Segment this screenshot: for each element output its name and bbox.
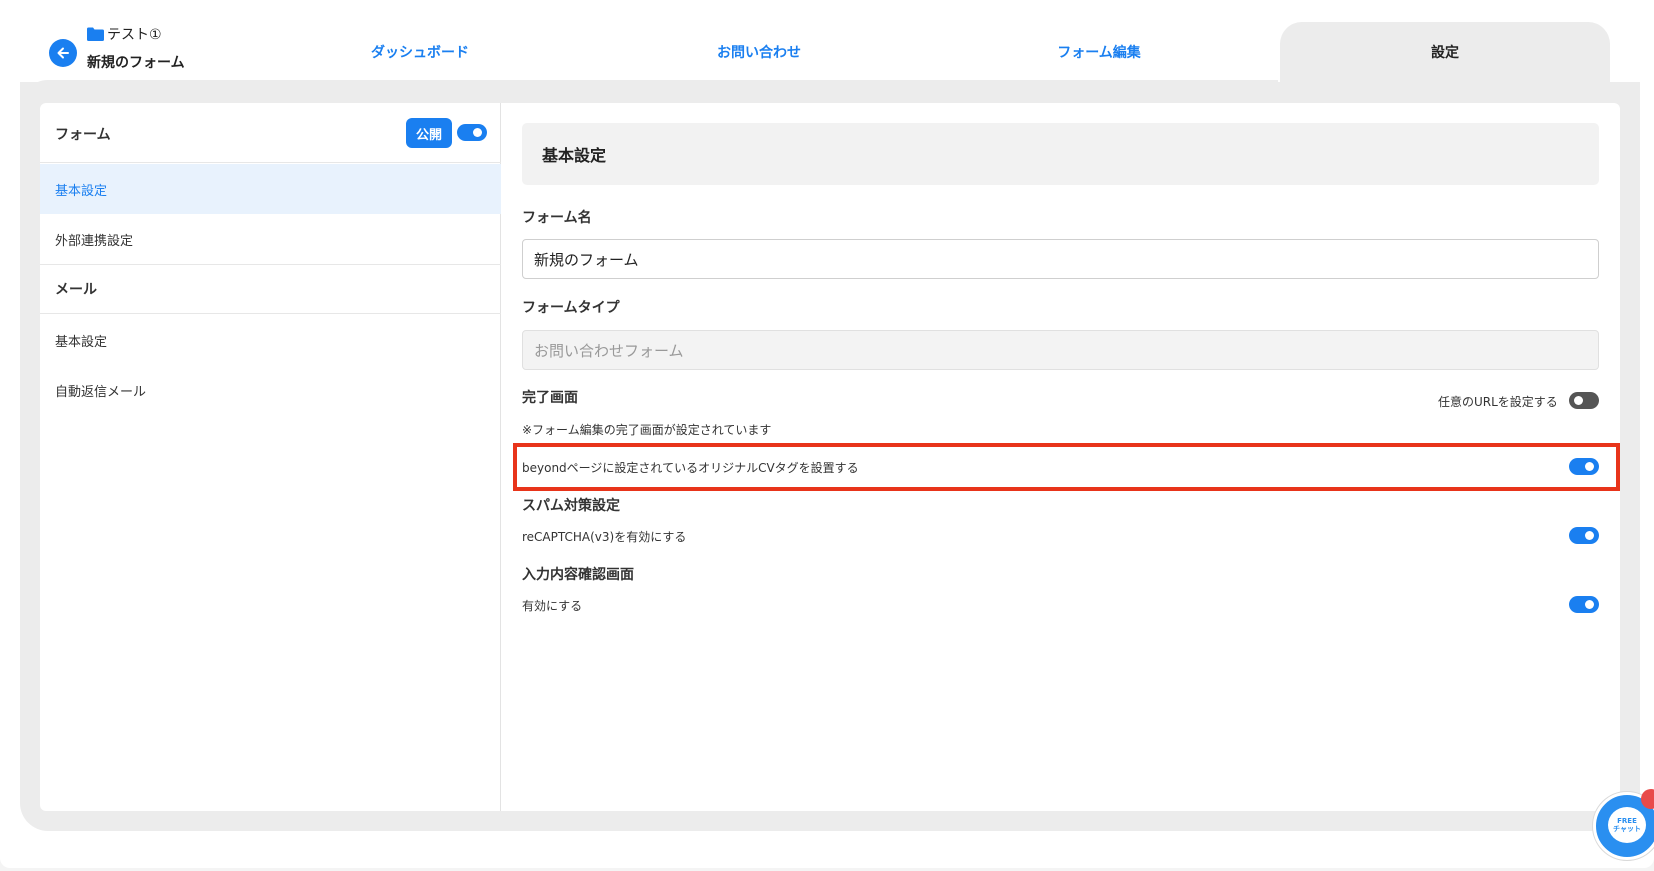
form-name-input[interactable] bbox=[522, 239, 1599, 279]
tab-form-edit[interactable]: フォーム編集 bbox=[934, 22, 1264, 82]
project-name: テスト① bbox=[107, 27, 162, 43]
sidebar-header: フォーム 公開 bbox=[40, 103, 501, 163]
main-content: 基本設定 フォーム名 フォームタイプ 完了画面 任意のURLを設定する ※フォー… bbox=[522, 103, 1600, 811]
sidebar-section-form: フォーム bbox=[55, 127, 111, 143]
custom-url-label: 任意のURLを設定する bbox=[1438, 395, 1558, 409]
section-title: 基本設定 bbox=[522, 123, 1599, 185]
completion-note: ※フォーム編集の完了画面が設定されています bbox=[522, 423, 772, 437]
recaptcha-toggle[interactable] bbox=[1569, 527, 1599, 544]
chat-line2: チャット bbox=[1613, 825, 1641, 833]
header: テスト① 新規のフォーム ダッシュボード お問い合わせ フォーム編集 設定 bbox=[0, 0, 1654, 82]
confirm-enable-label: 有効にする bbox=[522, 599, 583, 613]
sidebar-item-external-integration[interactable]: 外部連携設定 bbox=[40, 214, 501, 264]
spam-settings-label: スパム対策設定 bbox=[522, 498, 620, 514]
custom-url-toggle[interactable] bbox=[1569, 392, 1599, 409]
publish-toggle[interactable] bbox=[457, 124, 487, 141]
form-type-input bbox=[522, 330, 1599, 370]
folder-icon bbox=[87, 27, 104, 41]
tab-inquiries[interactable]: お問い合わせ bbox=[594, 22, 924, 82]
tab-dashboard[interactable]: ダッシュボード bbox=[255, 22, 585, 82]
form-type-label: フォームタイプ bbox=[522, 300, 620, 316]
cv-tag-toggle[interactable] bbox=[1569, 458, 1599, 475]
notification-badge bbox=[1641, 789, 1654, 809]
chat-icon: FREE チャット bbox=[1608, 807, 1646, 843]
confirm-screen-label: 入力内容確認画面 bbox=[522, 567, 634, 583]
form-name-label: フォーム名 bbox=[522, 210, 592, 226]
chat-widget[interactable]: FREE チャット bbox=[1593, 789, 1654, 860]
sidebar-section-mail: メール bbox=[40, 264, 501, 314]
settings-panel: フォーム 公開 基本設定 外部連携設定 メール 基本設定 自動返信メール 基本設… bbox=[40, 103, 1620, 811]
publish-badge: 公開 bbox=[406, 118, 452, 148]
recaptcha-label: reCAPTCHA(v3)を有効にする bbox=[522, 530, 687, 544]
arrow-left-icon bbox=[57, 47, 69, 59]
sidebar-item-mail-basic-settings[interactable]: 基本設定 bbox=[40, 315, 501, 365]
sidebar: フォーム 公開 基本設定 外部連携設定 メール 基本設定 自動返信メール bbox=[40, 103, 501, 811]
tab-settings[interactable]: 設定 bbox=[1280, 22, 1610, 82]
back-button[interactable] bbox=[49, 39, 77, 67]
form-title: 新規のフォーム bbox=[87, 55, 185, 71]
project-breadcrumb[interactable]: テスト① bbox=[87, 24, 162, 44]
confirm-screen-toggle[interactable] bbox=[1569, 596, 1599, 613]
chat-line1: FREE bbox=[1617, 817, 1637, 825]
cv-tag-label: beyondページに設定されているオリジナルCVタグを設置する bbox=[522, 461, 859, 475]
sidebar-item-basic-settings[interactable]: 基本設定 bbox=[40, 164, 501, 214]
sidebar-item-auto-reply[interactable]: 自動返信メール bbox=[40, 365, 501, 415]
completion-screen-label: 完了画面 bbox=[522, 390, 578, 406]
page: テスト① 新規のフォーム ダッシュボード お問い合わせ フォーム編集 設定 フォ… bbox=[0, 0, 1654, 868]
